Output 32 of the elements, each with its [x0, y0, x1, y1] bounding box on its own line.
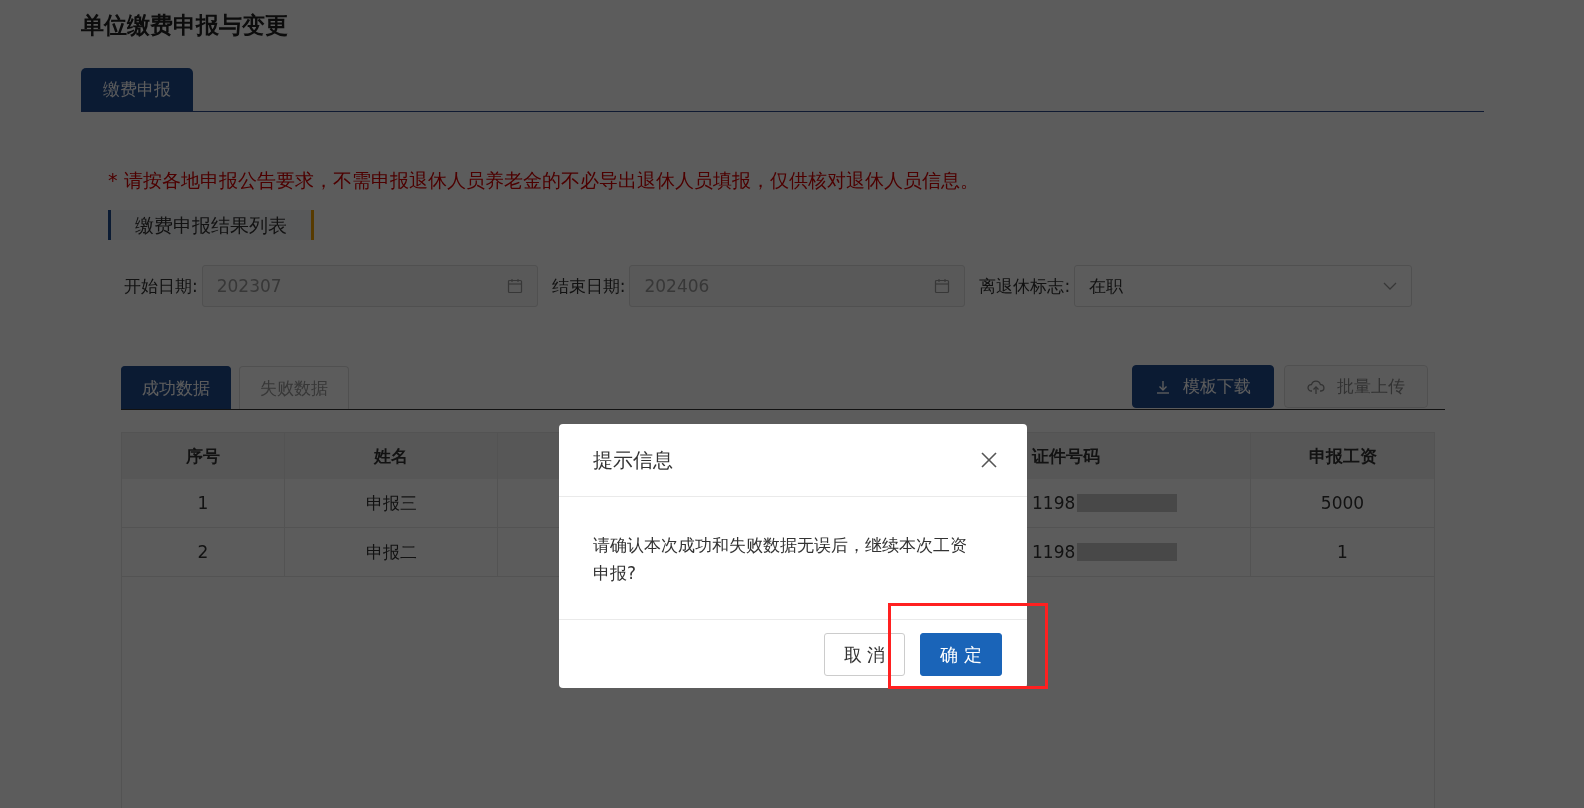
page-title: 单位缴费申报与变更	[81, 11, 289, 40]
table-cell: 1198	[1032, 542, 1076, 562]
column-header: 证件号码	[1032, 444, 1100, 468]
dialog-message: 请确认本次成功和失败数据无误后，继续本次工资申报?	[593, 535, 967, 583]
section-title: 缴费申报结果列表	[108, 210, 314, 240]
cloud-upload-icon	[1307, 378, 1325, 395]
calendar-icon	[934, 278, 951, 294]
table-cell: 申报三	[365, 491, 417, 515]
column-header: 姓名	[374, 444, 408, 468]
confirm-button[interactable]: 确 定	[920, 633, 1002, 676]
table-cell: 5000	[1320, 493, 1365, 513]
table-cell: 申报二	[365, 540, 417, 564]
tab[interactable]: 缴费申报	[81, 68, 193, 111]
notice-text: * 请按各地申报公告要求，不需申报退休人员养老金的不必导出退休人员填报，仅供核对退休人员信息。	[108, 168, 980, 193]
chevron-down-icon	[1383, 282, 1398, 290]
close-icon[interactable]	[981, 452, 997, 468]
table-cell: 1	[197, 493, 209, 513]
filter-label: 结束日期:	[551, 274, 626, 298]
table-cell: 1	[1337, 542, 1348, 562]
cancel-button[interactable]: 取 消	[823, 633, 906, 676]
calendar-icon	[506, 278, 523, 294]
filter-label: 开始日期:	[124, 274, 198, 298]
table-cell: 2	[197, 542, 209, 562]
select-field[interactable]: 在职	[1074, 265, 1413, 307]
column-header: 序号	[186, 444, 220, 468]
download-button[interactable]: 模板下载	[1132, 365, 1274, 408]
column-header: 申报工资	[1308, 444, 1377, 468]
tab[interactable]: 成功数据	[121, 366, 231, 409]
dialog-title: 提示信息	[593, 446, 673, 474]
table-cell: 1198	[1032, 493, 1076, 513]
filter-label: 离退休标志:	[979, 274, 1071, 298]
download-icon	[1155, 378, 1171, 395]
